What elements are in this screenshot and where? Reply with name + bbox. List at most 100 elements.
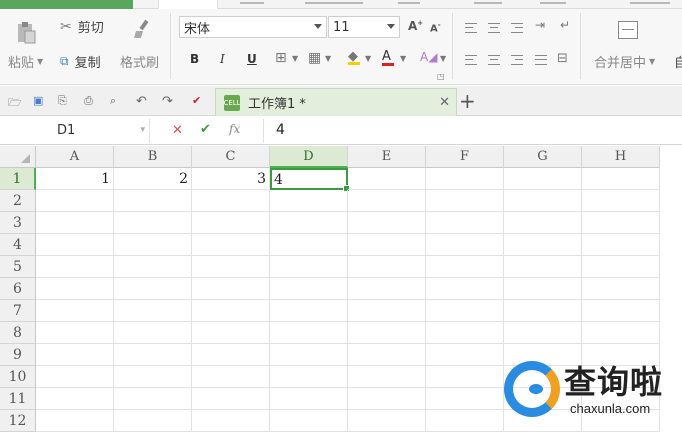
document-tab[interactable]: CELL 工作簿1 * ✕ — [215, 88, 457, 116]
row-header-2[interactable]: 2 — [0, 190, 36, 212]
cell-g4[interactable] — [504, 234, 582, 256]
cell-f7[interactable] — [426, 300, 504, 322]
insert-function-icon[interactable]: fx — [229, 122, 240, 136]
cell-c6[interactable] — [192, 278, 270, 300]
paste-button[interactable]: 粘贴 ▼ — [8, 52, 43, 71]
row-header-7[interactable]: 7 — [0, 300, 36, 322]
cell-h5[interactable] — [582, 256, 660, 278]
format-painter-icon[interactable] — [133, 19, 153, 39]
row-header-10[interactable]: 10 — [0, 366, 36, 388]
cell-d7[interactable] — [270, 300, 348, 322]
cell-b4[interactable] — [114, 234, 192, 256]
cell-b12[interactable] — [114, 410, 192, 432]
cell-g7[interactable] — [504, 300, 582, 322]
cell-c10[interactable] — [192, 366, 270, 388]
chevron-down-icon[interactable]: ▾ — [140, 125, 145, 135]
cell-e11[interactable] — [348, 388, 426, 410]
bold-button[interactable]: B — [190, 52, 199, 66]
cell-d3[interactable] — [270, 212, 348, 234]
cell-a8[interactable] — [36, 322, 114, 344]
cell-a10[interactable] — [36, 366, 114, 388]
cell-e5[interactable] — [348, 256, 426, 278]
fill-color-icon[interactable]: ◆ — [348, 49, 360, 65]
chevron-down-icon[interactable]: ▼ — [365, 54, 371, 63]
cell-e4[interactable] — [348, 234, 426, 256]
border-icon[interactable]: ⊞ — [275, 50, 287, 66]
cell-c4[interactable] — [192, 234, 270, 256]
column-header-f[interactable]: F — [426, 146, 504, 168]
cell-f10[interactable] — [426, 366, 504, 388]
italic-button[interactable]: I — [220, 52, 225, 66]
font-name-select[interactable]: 宋体 — [179, 16, 327, 38]
cancel-entry-icon[interactable]: ✕ — [172, 123, 183, 138]
cell-e10[interactable] — [348, 366, 426, 388]
column-header-b[interactable]: B — [114, 146, 192, 168]
chevron-down-icon[interactable] — [314, 24, 322, 29]
cell-d12[interactable] — [270, 410, 348, 432]
chevron-down-icon[interactable]: ▼ — [400, 54, 406, 63]
cell-e8[interactable] — [348, 322, 426, 344]
cell-g5[interactable] — [504, 256, 582, 278]
clear-format-icon[interactable]: A◢ — [420, 50, 437, 64]
cell-e3[interactable] — [348, 212, 426, 234]
column-header-a[interactable]: A — [36, 146, 114, 168]
cell-c7[interactable] — [192, 300, 270, 322]
cell-e12[interactable] — [348, 410, 426, 432]
cell-d4[interactable] — [270, 234, 348, 256]
cell-f4[interactable] — [426, 234, 504, 256]
cell-g8[interactable] — [504, 322, 582, 344]
row-header-8[interactable]: 8 — [0, 322, 36, 344]
font-color-icon[interactable]: A — [382, 49, 394, 66]
row-header-4[interactable]: 4 — [0, 234, 36, 256]
select-all-corner[interactable] — [0, 146, 36, 168]
cell-e2[interactable] — [348, 190, 426, 212]
cell-f5[interactable] — [426, 256, 504, 278]
cell-f3[interactable] — [426, 212, 504, 234]
cell-e6[interactable] — [348, 278, 426, 300]
align-bottom-icon[interactable] — [511, 23, 523, 33]
cell-f6[interactable] — [426, 278, 504, 300]
cell-g3[interactable] — [504, 212, 582, 234]
cell-c2[interactable] — [192, 190, 270, 212]
cell-a9[interactable] — [36, 344, 114, 366]
column-header-c[interactable]: C — [192, 146, 270, 168]
row-header-1[interactable]: 1 — [0, 168, 36, 190]
cell-c5[interactable] — [192, 256, 270, 278]
cell-f1[interactable] — [426, 168, 504, 190]
formula-input[interactable]: 4 — [276, 122, 285, 138]
column-header-e[interactable]: E — [348, 146, 426, 168]
cell-f12[interactable] — [426, 410, 504, 432]
cell-f8[interactable] — [426, 322, 504, 344]
merge-center-button[interactable]: 合并居中 ▼ — [594, 52, 655, 71]
cell-b7[interactable] — [114, 300, 192, 322]
cell-c8[interactable] — [192, 322, 270, 344]
cell-e7[interactable] — [348, 300, 426, 322]
font-shrink-icon[interactable]: A- — [430, 21, 441, 34]
column-header-d[interactable]: D — [270, 146, 348, 168]
cell-d6[interactable] — [270, 278, 348, 300]
column-header-h[interactable]: H — [582, 146, 660, 168]
align-center-icon[interactable] — [488, 55, 500, 65]
cell-b10[interactable] — [114, 366, 192, 388]
cell-d11[interactable] — [270, 388, 348, 410]
cell-h8[interactable] — [582, 322, 660, 344]
cell-h3[interactable] — [582, 212, 660, 234]
cell-g1[interactable] — [504, 168, 582, 190]
cell-a4[interactable] — [36, 234, 114, 256]
cell-c9[interactable] — [192, 344, 270, 366]
redo-icon[interactable]: ↷ — [162, 94, 173, 109]
cell-e1[interactable] — [348, 168, 426, 190]
tab-start[interactable] — [158, 0, 218, 9]
underline-button[interactable]: U — [247, 52, 257, 66]
cell-b6[interactable] — [114, 278, 192, 300]
cell-h1[interactable] — [582, 168, 660, 190]
indent-icon[interactable]: ⇥ — [535, 18, 545, 32]
copy-button[interactable]: ⧉ 复制 — [60, 52, 101, 71]
cell-b5[interactable] — [114, 256, 192, 278]
align-top-icon[interactable] — [465, 23, 477, 33]
close-icon[interactable]: ✕ — [439, 95, 450, 110]
font-size-select[interactable]: 11 — [328, 16, 400, 38]
cell-h6[interactable] — [582, 278, 660, 300]
align-right-icon[interactable] — [511, 55, 523, 65]
align-justify-icon[interactable] — [535, 55, 547, 65]
